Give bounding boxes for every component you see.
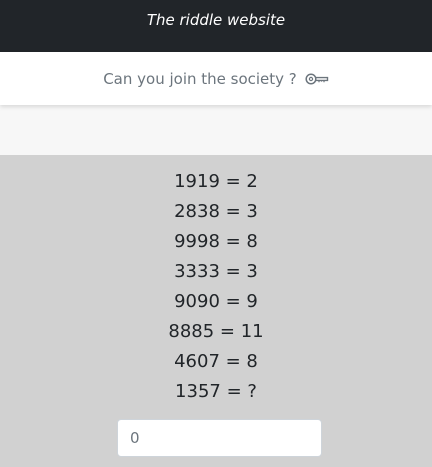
answer-input[interactable] (117, 419, 322, 457)
riddle-line: 4607 = 8 (174, 351, 258, 372)
site-title: The riddle website (146, 11, 286, 29)
riddle-line: 8885 = 11 (168, 321, 264, 342)
tagline-text: Can you join the society ? (103, 69, 297, 88)
riddle-lines: 1919 = 2 2838 = 3 9998 = 8 3333 = 3 9090… (0, 167, 432, 407)
riddle-line: 1919 = 2 (174, 171, 258, 192)
riddle-line: 2838 = 3 (174, 201, 258, 222)
riddle-line: 9090 = 9 (174, 291, 258, 312)
subheader-card: Can you join the society ? (0, 52, 432, 105)
top-navbar: The riddle website (0, 0, 432, 52)
riddle-line: 3333 = 3 (174, 261, 258, 282)
spacer-band (0, 105, 432, 155)
riddle-line: 9998 = 8 (174, 231, 258, 252)
key-icon (305, 72, 329, 86)
riddle-question-line: 1357 = ? (175, 381, 257, 402)
